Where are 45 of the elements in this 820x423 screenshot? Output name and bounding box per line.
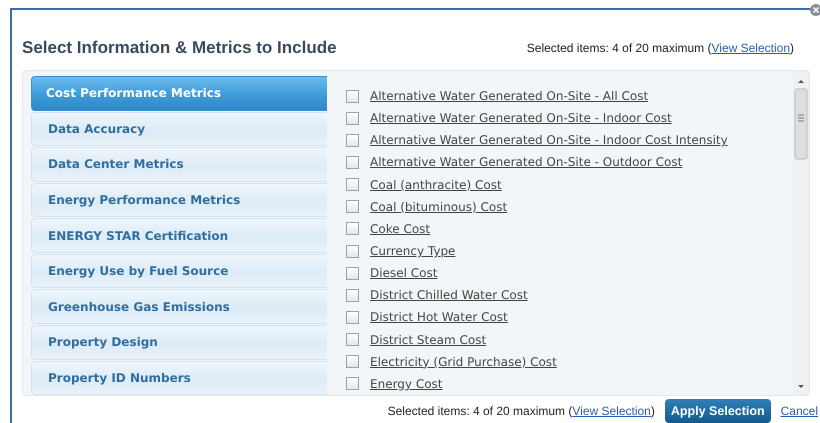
metric-link[interactable]: Alternative Water Generated On-Site - All Cost (370, 89, 648, 104)
category-tab[interactable]: Property ID Numbers (31, 360, 327, 395)
metric-link[interactable]: Alternative Water Generated On-Site - Indoor Cost Intensity (370, 133, 728, 148)
metric-link[interactable]: Alternative Water Generated On-Site - Outdoor Cost (370, 155, 682, 170)
category-tab[interactable]: Data Center Metrics (31, 147, 327, 182)
metric-link[interactable]: District Hot Water Cost (370, 310, 508, 324)
checkbox[interactable] (346, 90, 359, 103)
close-icon[interactable] (810, 4, 820, 16)
checkbox[interactable] (346, 222, 359, 236)
checkbox[interactable] (346, 355, 359, 368)
metric-link[interactable]: District Steam Cost (370, 332, 486, 347)
checkbox[interactable] (346, 156, 359, 169)
category-tab[interactable]: Energy Performance Metrics (31, 182, 327, 218)
apply-selection-button[interactable]: Apply Selection (664, 399, 771, 423)
checkbox[interactable] (346, 288, 359, 302)
checkbox[interactable] (346, 112, 359, 125)
category-tab[interactable]: ENERGY STAR Certification (31, 218, 327, 253)
cancel-link[interactable]: Cancel (780, 404, 818, 418)
category-tab[interactable]: Property Design (31, 324, 327, 360)
metric-link[interactable]: Alternative Water Generated On-Site - Indoor Cost (370, 111, 672, 126)
metric-link[interactable]: Coal (anthracite) Cost (370, 178, 502, 192)
checkbox[interactable] (346, 333, 359, 346)
checkbox[interactable] (346, 178, 359, 192)
metric-link[interactable]: Currency Type (370, 244, 456, 258)
checkbox[interactable] (346, 310, 359, 324)
metric-link[interactable]: Electricity (Grid Purchase) Cost (370, 354, 557, 369)
metric-link[interactable]: Diesel Cost (370, 266, 438, 280)
checkbox[interactable] (346, 200, 359, 214)
checkbox[interactable] (346, 244, 359, 258)
checkbox[interactable] (346, 134, 359, 147)
view-selection-link[interactable]: View Selection (712, 41, 790, 55)
selection-count: Selected items: 4 of 20 maximum (View Selection) (526, 41, 794, 55)
category-tab[interactable]: Greenhouse Gas Emissions (31, 289, 327, 324)
checkbox[interactable] (346, 266, 359, 280)
metric-link[interactable]: District Chilled Water Cost (370, 288, 528, 302)
checkbox[interactable] (346, 377, 359, 390)
metric-link[interactable]: Coal (bituminous) Cost (370, 200, 508, 214)
scrollbar[interactable] (793, 71, 809, 395)
category-tab[interactable]: Data Accuracy (31, 112, 327, 146)
view-selection-link[interactable]: View Selection (572, 404, 651, 418)
metric-link[interactable]: Coke Cost (370, 222, 430, 236)
metric-link[interactable]: Energy Cost (370, 376, 443, 391)
dialog-title: Select Information & Metrics to Include (22, 38, 337, 58)
selection-count: Selected items: 4 of 20 maximum (View Selection) (388, 404, 655, 418)
category-tab[interactable]: Energy Use by Fuel Source (31, 254, 327, 288)
